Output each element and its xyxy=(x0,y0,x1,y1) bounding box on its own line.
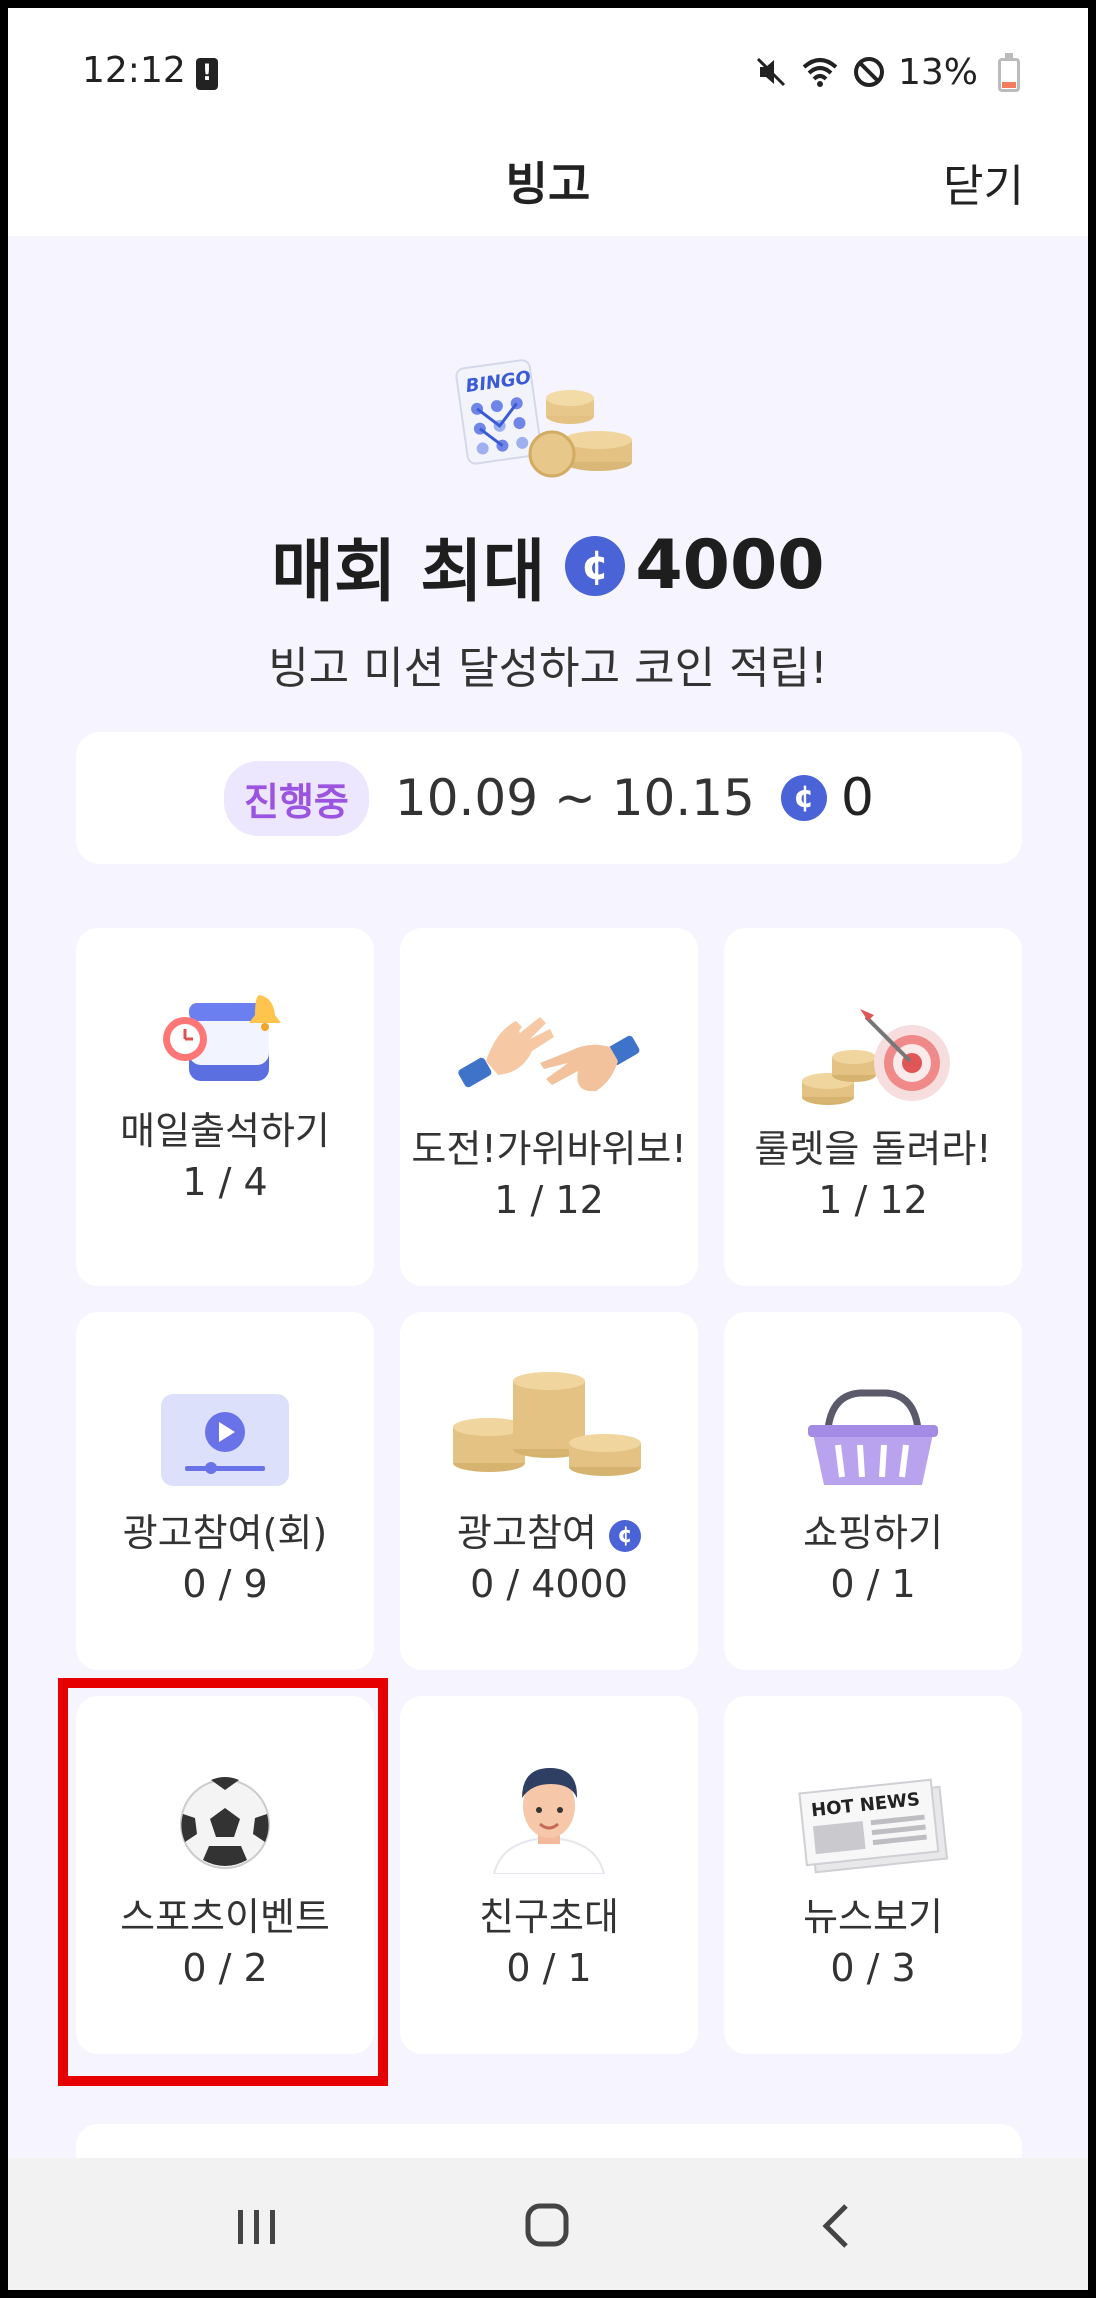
mission-tile-shopping[interactable]: 쇼핑하기 0 / 1 xyxy=(724,1312,1022,1670)
hero-subtitle: 빙고 미션 달성하고 코인 적립! xyxy=(268,643,828,694)
mission-count: 0 / 4000 xyxy=(470,1562,628,1606)
status-time: 12:12 xyxy=(82,50,186,91)
coin-icon: ¢ xyxy=(565,535,626,596)
battery-percent: 13% xyxy=(897,51,978,93)
highlight-box xyxy=(58,1678,388,2086)
coin-icon: ¢ xyxy=(780,775,827,821)
close-button[interactable]: 닫기 xyxy=(943,150,1024,214)
hero-title: 매회 최대 ¢ 4000 xyxy=(8,516,1088,615)
hero-max-coins: 4000 xyxy=(635,526,825,605)
status-icons: 13% xyxy=(754,50,978,94)
mission-tile-ad-coins[interactable]: 광고참여 ¢ 0 / 4000 xyxy=(400,1312,698,1670)
mission-tile-news[interactable]: HOT NEWS 뉴스보기 0 / 3 xyxy=(724,1696,1022,2054)
coin-stacks-icon xyxy=(453,1372,641,1476)
mission-tile-invite-friend[interactable]: 친구초대 0 / 1 xyxy=(400,1696,698,2054)
mission-tile-attendance[interactable]: 매일출석하기 1 / 4 xyxy=(76,928,374,1286)
recent-apps-icon[interactable] xyxy=(222,2194,292,2258)
screen: 12:12 13% 빙고 닫기 xyxy=(8,8,1088,2290)
alert-icon xyxy=(196,58,218,90)
mission-count: 0 / 1 xyxy=(506,1946,592,1990)
mission-label: 매일출석하기 xyxy=(120,1109,330,1153)
mission-count: 0 / 9 xyxy=(182,1562,268,1606)
mission-count: 1 / 4 xyxy=(182,1160,268,1204)
mission-count: 1 / 12 xyxy=(494,1178,604,1222)
mission-label: 광고참여(회) xyxy=(122,1511,328,1555)
mission-label: 친구초대 xyxy=(479,1895,619,1939)
status-badge: 진행중 xyxy=(224,760,369,836)
mission-label: 광고참여 ¢ xyxy=(400,1502,698,1557)
home-icon[interactable] xyxy=(512,2194,582,2258)
do-not-disturb-icon xyxy=(853,57,884,87)
video-play-icon xyxy=(161,1394,289,1486)
mission-count: 0 / 3 xyxy=(830,1946,916,1990)
mission-tile-roulette[interactable]: 룰렛을 돌려라! 1 / 12 xyxy=(724,928,1022,1286)
mission-label: 도전!가위바위보! xyxy=(411,1127,687,1171)
app-header: 빙고 닫기 xyxy=(8,128,1088,236)
mission-label: 룰렛을 돌려라! xyxy=(754,1127,992,1171)
period-coins: ¢ 0 xyxy=(780,768,874,828)
wifi-icon xyxy=(802,58,838,87)
battery-icon xyxy=(998,53,1020,92)
newspaper-icon: HOT NEWS xyxy=(798,1778,949,1874)
mission-count: 1 / 12 xyxy=(818,1178,928,1222)
mission-tile-ad-count[interactable]: 광고참여(회) 0 / 9 xyxy=(76,1312,374,1670)
period-card: 진행중 10.09 ~ 10.15 ¢ 0 xyxy=(76,732,1022,864)
mission-count: 0 / 1 xyxy=(830,1562,916,1606)
mute-icon xyxy=(756,57,786,87)
rock-paper-scissors-hands-icon xyxy=(458,1017,640,1092)
mission-label: 쇼핑하기 xyxy=(803,1511,943,1555)
back-icon[interactable] xyxy=(802,2194,872,2258)
coin-icon: ¢ xyxy=(608,1519,641,1552)
mission-label-text: 광고참여 xyxy=(457,1511,597,1555)
earned-coins: 0 xyxy=(840,768,874,828)
mission-label: 뉴스보기 xyxy=(803,1895,943,1939)
bingo-card-coins-icon: BINGO xyxy=(455,359,632,478)
target-coins-icon xyxy=(802,1009,950,1105)
status-bar: 12:12 13% xyxy=(8,8,1088,128)
navigation-bar xyxy=(8,2158,1088,2290)
calendar-bell-icon xyxy=(163,995,281,1081)
page-title: 빙고 xyxy=(505,157,591,211)
person-avatar-icon xyxy=(492,1768,606,1874)
period-range: 10.09 ~ 10.15 xyxy=(394,769,755,827)
shopping-basket-icon xyxy=(808,1389,938,1485)
hero-title-prefix: 매회 최대 xyxy=(271,533,546,612)
mission-tile-rps[interactable]: 도전!가위바위보! 1 / 12 xyxy=(400,928,698,1286)
